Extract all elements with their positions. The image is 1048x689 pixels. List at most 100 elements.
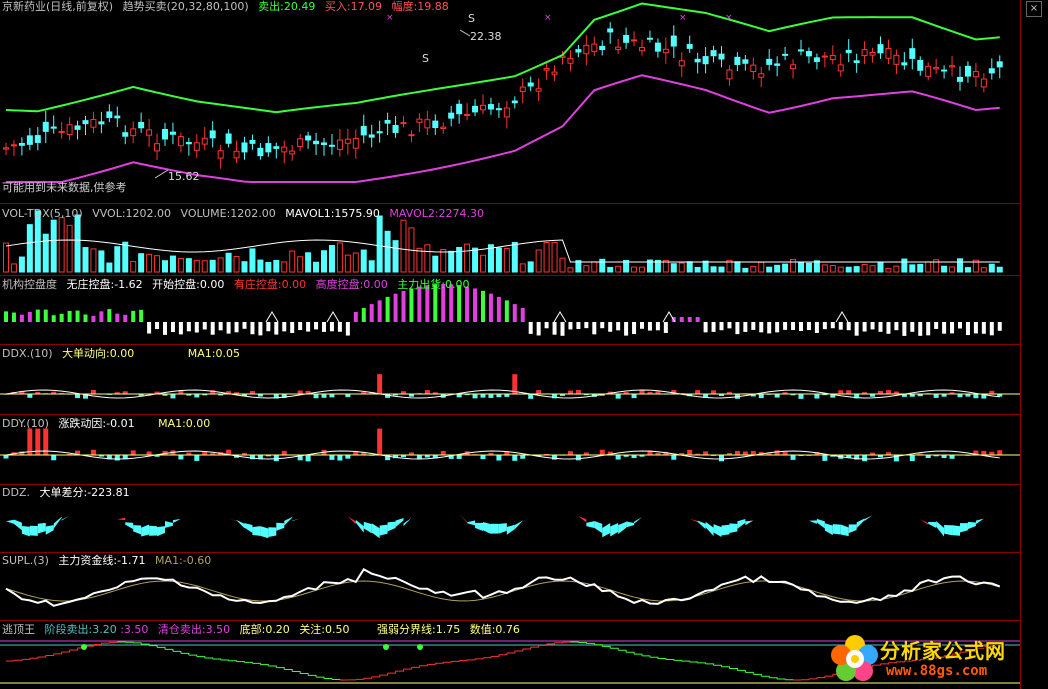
candle-body xyxy=(448,112,455,119)
volume-bar xyxy=(805,262,812,273)
escape-step-line xyxy=(737,669,746,673)
volume-bar xyxy=(750,265,757,273)
ddz-band xyxy=(85,509,94,513)
dd-bar xyxy=(424,390,430,394)
volume-bar xyxy=(599,258,606,273)
ddz-band xyxy=(347,516,356,525)
candle-body xyxy=(241,142,248,153)
volume-bar xyxy=(519,263,526,273)
volume-bar xyxy=(694,266,701,273)
supl-pane[interactable]: SUPL.(3) 主力资金线:-1.71 MA1:-0.60 xyxy=(0,553,1020,621)
volume-bar xyxy=(535,249,542,273)
volume-bar xyxy=(837,266,844,273)
volume-bar xyxy=(193,259,200,273)
control-bar-up xyxy=(409,288,414,322)
volume-bar xyxy=(384,230,391,273)
ddz-band xyxy=(594,521,603,534)
candle-body xyxy=(631,39,638,42)
ddy-name: DDY.(10) xyxy=(2,417,49,430)
candle-body xyxy=(845,49,852,54)
close-button[interactable]: × xyxy=(1026,1,1042,17)
control-bar-down xyxy=(194,322,199,333)
volume-bar xyxy=(217,257,224,273)
ddz-band xyxy=(403,517,412,527)
volume-bar xyxy=(416,247,423,273)
candle-body xyxy=(511,100,518,104)
volume-bar xyxy=(551,241,558,273)
candle-body xyxy=(591,43,598,52)
ddz-pane[interactable]: DDZ. 大单差分:-223.81 xyxy=(0,485,1020,553)
volume-bar xyxy=(718,266,725,273)
candle-body xyxy=(925,65,932,77)
control-bar-up xyxy=(401,290,406,322)
volume-bar xyxy=(26,224,33,273)
ddz-band xyxy=(331,511,340,517)
volume-pane[interactable]: VOL-TDX(5,10) VVOL:1202.00 VOLUME:1202.0… xyxy=(0,204,1020,276)
dd-bar xyxy=(909,455,915,461)
ddz-band xyxy=(260,526,269,539)
volume-bar xyxy=(130,260,137,273)
dd-bar xyxy=(695,390,701,394)
ddz-band xyxy=(832,524,841,535)
ddz-band xyxy=(586,521,595,529)
control-bar-down xyxy=(163,322,167,335)
ddz-band xyxy=(801,516,809,519)
dd-bar xyxy=(480,455,486,460)
escape-step-line xyxy=(13,659,23,661)
supl-header: SUPL.(3) 主力资金线:-1.71 MA1:-0.60 xyxy=(2,554,217,567)
candle-body xyxy=(988,68,995,74)
ddz-band xyxy=(212,510,221,513)
escape-step-line xyxy=(252,662,261,665)
ddz-value: 大单差分:-223.81 xyxy=(39,486,130,499)
control-bar-down xyxy=(878,322,883,332)
control-bar-down xyxy=(218,322,223,331)
candle-body xyxy=(328,144,335,147)
ddz-band xyxy=(705,521,714,537)
candle-body xyxy=(416,118,423,123)
sell-signal-s2: S xyxy=(422,52,429,65)
control-bar-down xyxy=(329,322,334,332)
control-bar-up xyxy=(99,311,104,322)
ddz-band xyxy=(284,517,293,526)
ddz-band xyxy=(753,517,762,521)
control-bar-down xyxy=(314,322,319,330)
ddz-band xyxy=(252,526,261,536)
volume-bar xyxy=(368,260,375,273)
candle-body xyxy=(964,65,971,77)
mavol2-value: MAVOL2:2274.30 xyxy=(389,207,485,220)
ddz-band xyxy=(554,510,563,514)
dd-bar xyxy=(719,455,724,462)
ddz-band xyxy=(157,526,165,537)
dd-bar xyxy=(440,450,446,455)
candle-body xyxy=(440,126,447,129)
volume-bar xyxy=(162,260,168,273)
candle-body xyxy=(527,82,534,87)
escape-step-line xyxy=(260,664,269,667)
control-bar-down xyxy=(902,322,907,336)
volume-bar xyxy=(392,240,399,273)
escape-step-line xyxy=(808,677,818,680)
control-bar-down xyxy=(942,322,947,334)
ddz-band xyxy=(816,518,825,529)
candle-body xyxy=(972,71,979,78)
main-price-pane[interactable]: × × × × 京新药业(日线,前复权) 趋势买卖(20,32,80,100) 卖出:… xyxy=(0,0,1020,204)
ddz-band xyxy=(745,520,754,526)
dd-bar xyxy=(90,449,96,455)
escape-step-line xyxy=(276,667,285,670)
institution-control-pane[interactable]: 机构控盘度 无庄控盘:-1.62 开始控盘:0.00 有庄控盘:0.00 高度控… xyxy=(0,276,1020,345)
control-bar-down xyxy=(600,322,605,329)
escape-step-line xyxy=(419,664,428,667)
volume-bar xyxy=(670,263,677,273)
dd-bar xyxy=(273,455,279,462)
ddy-pane[interactable]: DDY.(10) 涨跌动因:-0.01 MA1:0.00 xyxy=(0,415,1020,485)
control-bar-down xyxy=(711,322,716,332)
ddz-band xyxy=(244,523,253,533)
ddz-band xyxy=(125,522,134,530)
ddz-band xyxy=(29,525,38,536)
ddx-pane[interactable]: DDX.(10) 大单动向:0.00 MA1:0.05 xyxy=(0,345,1020,415)
dd-bar xyxy=(933,394,939,398)
top-marker: × xyxy=(386,13,394,23)
volume-bar xyxy=(885,267,892,273)
ddz-band xyxy=(618,521,627,534)
candle-body xyxy=(813,57,820,62)
